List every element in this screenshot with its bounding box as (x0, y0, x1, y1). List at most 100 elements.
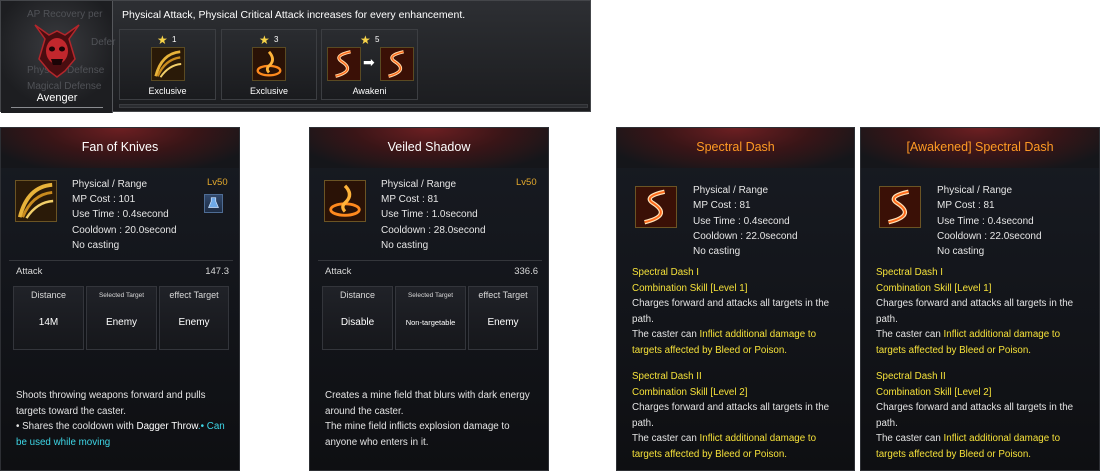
combination-skill-2: Spectral Dash II Combination Skill [Leve… (632, 369, 852, 462)
description-line: The mine field inflicts explosion damage… (325, 421, 510, 432)
casting: No casting (381, 240, 429, 251)
cell-value: Enemy (105, 317, 138, 328)
enhancement-label: Awakeni (352, 86, 387, 96)
casting: No casting (693, 246, 741, 257)
class-name-underline (11, 107, 103, 108)
cell-value: Disable (340, 317, 375, 328)
enhancement-label: Exclusive (148, 86, 187, 96)
stat-label: Attack (16, 266, 43, 277)
description-line: anyone who enters in it. (325, 436, 429, 448)
description-line: The caster can Inflict additional damage… (632, 329, 817, 340)
flame-slash-icon (380, 47, 414, 81)
cooldown: Cooldown : 28.0second (381, 225, 486, 236)
tooltip-header: Spectral Dash (617, 128, 854, 168)
skill-title: [Awakened] Spectral Dash (906, 140, 1054, 154)
enhancement-level: 5 (375, 35, 380, 44)
skill-title: Veiled Shadow (387, 140, 471, 154)
description-line: path. (876, 313, 898, 325)
section-title: Spectral Dash II (632, 371, 702, 382)
description-line: path. (632, 313, 654, 325)
arrow-right-icon: ➡ (363, 54, 375, 70)
combo-level: Combination Skill [Level 2] (876, 386, 992, 398)
skill-type: Physical / Range (693, 185, 769, 196)
ghost-text: Defer (91, 37, 116, 48)
cooldown: Cooldown : 22.0second (937, 231, 1042, 242)
star-icon: ★ (360, 33, 371, 47)
description-line: The caster can Inflict additional damage… (632, 433, 817, 444)
effect-target-cell: effect Target Enemy (159, 286, 229, 350)
enhancement-card-3[interactable]: ★ 5 ➡ Awakeni (321, 29, 418, 100)
star-icon: ★ (157, 33, 168, 47)
flame-slash-icon (327, 47, 361, 81)
cell-value: Non-targetable (405, 318, 456, 327)
description-line: Charges forward and attacks all targets … (632, 402, 830, 413)
combination-skill-2: Spectral Dash II Combination Skill [Leve… (876, 369, 1097, 462)
description-line: Creates a mine field that blurs with dar… (325, 390, 530, 401)
enhancement-card-1[interactable]: ★ 1 Exclusive (119, 29, 216, 100)
tooltip-header: Veiled Shadow (310, 128, 548, 168)
level-requirement: Lv50 (207, 177, 228, 188)
class-name: Avenger (36, 92, 78, 104)
casting: No casting (937, 246, 985, 257)
description-line: path. (876, 417, 898, 429)
cell-value: 14M (38, 317, 59, 328)
description-line: be used while moving (16, 436, 111, 448)
description-line: Shoots throwing weapons forward and pull… (16, 390, 206, 401)
cell-header: effect Target (169, 290, 219, 300)
description-line: targets affected by Bleed or Poison. (876, 344, 1032, 356)
mp-cost: MP Cost : 81 (381, 194, 439, 205)
enhancement-level: 1 (172, 35, 177, 44)
cell-value: Enemy (487, 317, 519, 328)
demon-skull-icon (34, 24, 80, 78)
selected-target-cell: Selected Target Enemy (86, 286, 157, 350)
section-title: Spectral Dash I (876, 267, 943, 278)
description-line: targets affected by Bleed or Poison. (632, 344, 788, 356)
skill-description: Shoots throwing weapons forward and pull… (16, 388, 234, 450)
skill-description: Creates a mine field that blurs with dar… (325, 388, 543, 450)
description-line: Charges forward and attacks all targets … (876, 298, 1074, 309)
stat-label: Attack (325, 266, 352, 277)
fire-ring-icon (324, 180, 366, 222)
cooldown: Cooldown : 22.0second (693, 231, 798, 242)
class-panel[interactable]: AP Recovery per Defer Physical Defense M… (1, 1, 116, 113)
enhancement-description: Physical Attack, Physical Critical Attac… (122, 9, 466, 21)
use-time: Use Time : 0.4second (937, 216, 1034, 227)
combo-level: Combination Skill [Level 1] (876, 282, 992, 294)
skill-tooltip-veiled-shadow: Veiled Shadow Physical / Range MP Cost :… (309, 127, 549, 471)
use-time: Use Time : 1.0second (381, 209, 478, 220)
distance-cell: Distance Disable (322, 286, 393, 350)
combination-skill-1: Spectral Dash I Combination Skill [Level… (632, 265, 852, 358)
effect-target-cell: effect Target Enemy (468, 286, 538, 350)
skill-tooltip-fan-of-knives: Fan of Knives Physical / Range MP Cost :… (0, 127, 240, 471)
section-title: Spectral Dash I (632, 267, 699, 278)
enhancement-label: Exclusive (249, 86, 288, 96)
cell-header: Distance (30, 290, 66, 300)
skill-type: Physical / Range (381, 179, 457, 190)
cell-header: Selected Target (98, 292, 145, 299)
description-line: targets toward the caster. (16, 405, 126, 417)
combo-level: Combination Skill [Level 1] (632, 282, 748, 294)
enhancement-card-2[interactable]: ★ 3 Exclusive (221, 29, 317, 100)
fire-ring-icon (252, 47, 286, 81)
combination-skill-1: Spectral Dash I Combination Skill [Level… (876, 265, 1097, 358)
mp-cost: MP Cost : 81 (937, 200, 995, 211)
tooltip-header: [Awakened] Spectral Dash (861, 128, 1099, 168)
horizontal-scrollbar[interactable] (119, 104, 588, 108)
tooltip-header: Fan of Knives (1, 128, 239, 168)
ghost-text: Magical Defense (27, 81, 102, 92)
mp-cost: MP Cost : 81 (693, 200, 751, 211)
description-line: The caster can Inflict additional damage… (876, 433, 1061, 444)
star-icon: ★ (259, 33, 270, 47)
flame-slash-icon (635, 186, 677, 228)
combo-level: Combination Skill [Level 2] (632, 386, 748, 398)
mp-cost: MP Cost : 101 (72, 194, 136, 205)
casting: No casting (72, 240, 120, 251)
blade-fan-icon (15, 180, 57, 222)
use-time: Use Time : 0.4second (72, 209, 169, 220)
skill-tooltip-awakened-spectral-dash: [Awakened] Spectral Dash Physical / Rang… (860, 127, 1100, 471)
skill-type: Physical / Range (937, 185, 1013, 196)
class-enhancement-strip: AP Recovery per Defer Physical Defense M… (0, 0, 591, 113)
linked-skill-name: Dagger Throw (136, 421, 198, 432)
potion-icon (204, 194, 223, 213)
cell-header: Selected Target (407, 292, 454, 299)
